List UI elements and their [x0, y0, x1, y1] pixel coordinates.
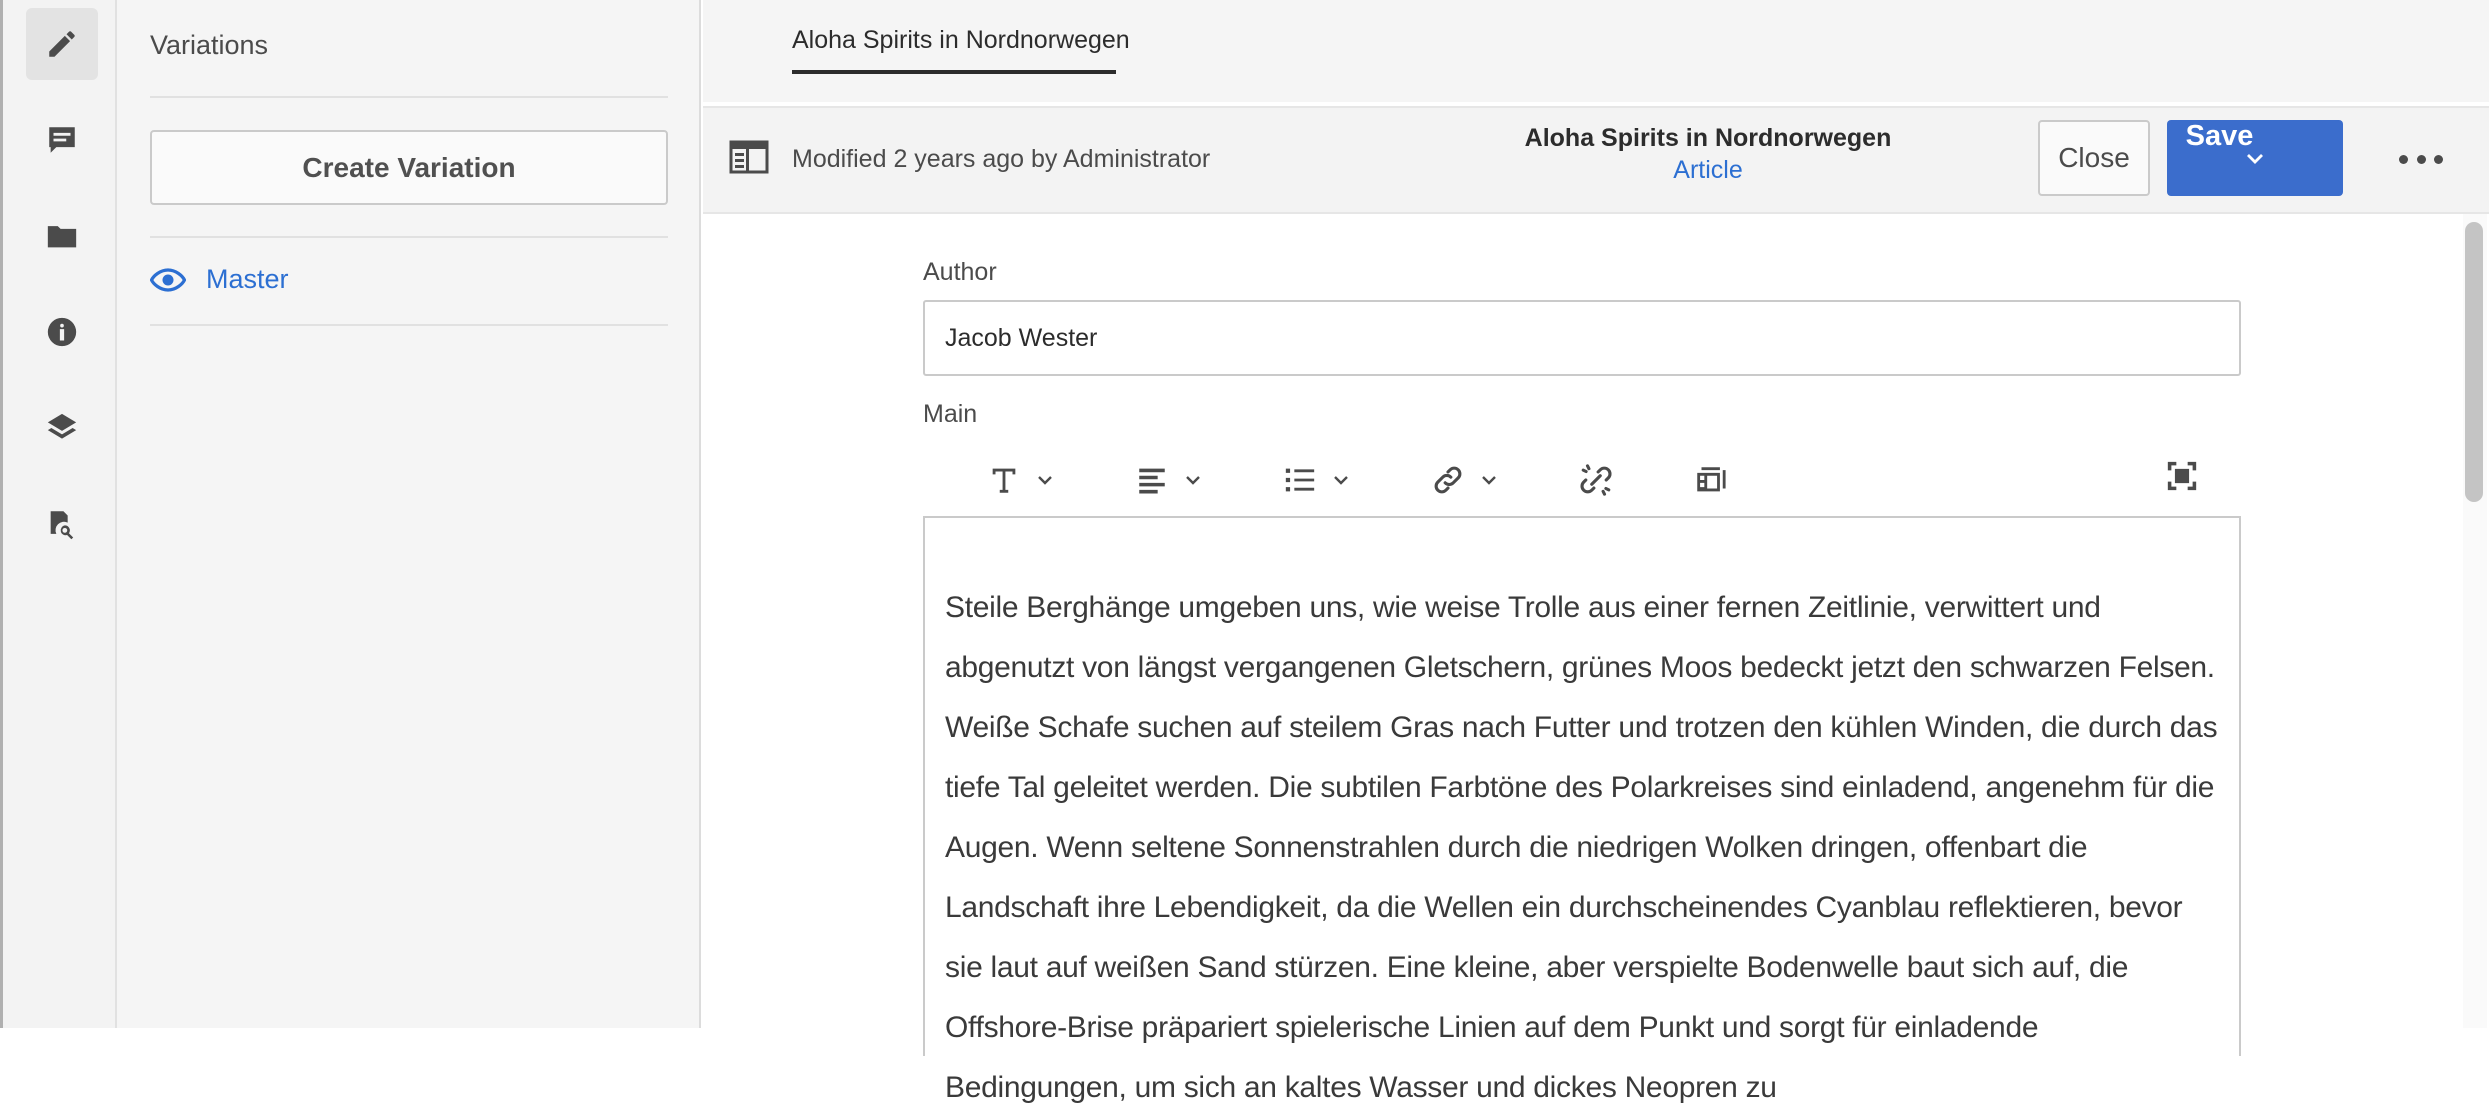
layers-icon	[47, 413, 77, 439]
editor-main: Aloha Spirits in Nordnorwegen Modified 2…	[703, 0, 2489, 1104]
main-label: Main	[923, 400, 978, 428]
chevron-down-icon	[1038, 476, 1052, 485]
tab-bar: Aloha Spirits in Nordnorwegen	[703, 0, 2489, 102]
divider	[150, 96, 668, 98]
align-left-icon	[1139, 468, 1165, 494]
variation-item-master[interactable]: Master	[150, 264, 289, 295]
more-actions-button[interactable]	[2399, 144, 2443, 174]
variations-panel: Variations Create Variation Master	[117, 0, 701, 1028]
references-button[interactable]	[26, 488, 98, 560]
more-icon	[2434, 154, 2443, 164]
unlink-icon	[1580, 464, 1612, 496]
comment-icon	[49, 127, 75, 153]
annotations-button[interactable]	[26, 104, 98, 176]
assets-button[interactable]	[26, 200, 98, 272]
link-icon	[1434, 466, 1462, 494]
text-format-icon	[992, 468, 1016, 493]
side-rail	[0, 0, 117, 1028]
fullscreen-icon	[2167, 461, 2197, 491]
author-label: Author	[923, 258, 997, 286]
main-paragraph: Steile Berghänge umgeben uns, wie weise …	[945, 591, 2218, 1104]
save-button[interactable]: Save	[2167, 120, 2272, 153]
chevron-down-icon	[1186, 476, 1200, 485]
editor-header: Modified 2 years ago by Administrator Al…	[703, 106, 2489, 214]
eye-icon	[150, 267, 186, 292]
tab-selected-indicator	[792, 70, 1116, 74]
fullscreen-button[interactable]	[2165, 444, 2199, 508]
unlink-button[interactable]	[1579, 448, 1613, 512]
folder-icon	[47, 226, 77, 248]
link-button[interactable]	[1431, 448, 1497, 512]
bullet-list-icon	[1285, 468, 1315, 492]
variations-title: Variations	[150, 30, 269, 60]
variation-label: Master	[206, 264, 289, 294]
insert-asset-button[interactable]	[1693, 448, 1727, 512]
save-split-button: Save	[2167, 120, 2343, 196]
more-icon	[2416, 154, 2426, 164]
chevron-down-icon	[1334, 476, 1348, 485]
divider	[150, 236, 668, 238]
more-icon	[2399, 154, 2408, 164]
list-button[interactable]	[1283, 448, 1349, 512]
edit-button[interactable]	[26, 8, 98, 80]
close-button[interactable]: Close	[2038, 120, 2150, 196]
scrollbar-thumb[interactable]	[2465, 222, 2483, 502]
document-title: Aloha Spirits in Nordnorwegen	[1524, 124, 1892, 152]
chevron-down-icon	[2247, 153, 2263, 164]
pencil-icon	[49, 31, 75, 57]
rich-text-toolbar	[923, 448, 2241, 512]
divider	[150, 324, 668, 326]
justify-button[interactable]	[1135, 448, 1201, 512]
main-richtext-editor[interactable]: Steile Berghänge umgeben uns, wie weise …	[923, 516, 2241, 1104]
create-variation-button[interactable]: Create Variation	[150, 130, 668, 205]
tab-document[interactable]: Aloha Spirits in Nordnorwegen	[792, 26, 1130, 55]
metadata-button[interactable]	[26, 296, 98, 368]
author-input[interactable]	[923, 300, 2241, 376]
search-references-icon	[50, 511, 74, 540]
text-format-button[interactable]	[987, 448, 1053, 512]
structure-button[interactable]	[26, 392, 98, 464]
chevron-down-icon	[1482, 476, 1496, 485]
info-icon	[47, 317, 77, 347]
model-link[interactable]: Article	[1358, 156, 2058, 185]
insert-asset-icon	[1697, 467, 1726, 492]
